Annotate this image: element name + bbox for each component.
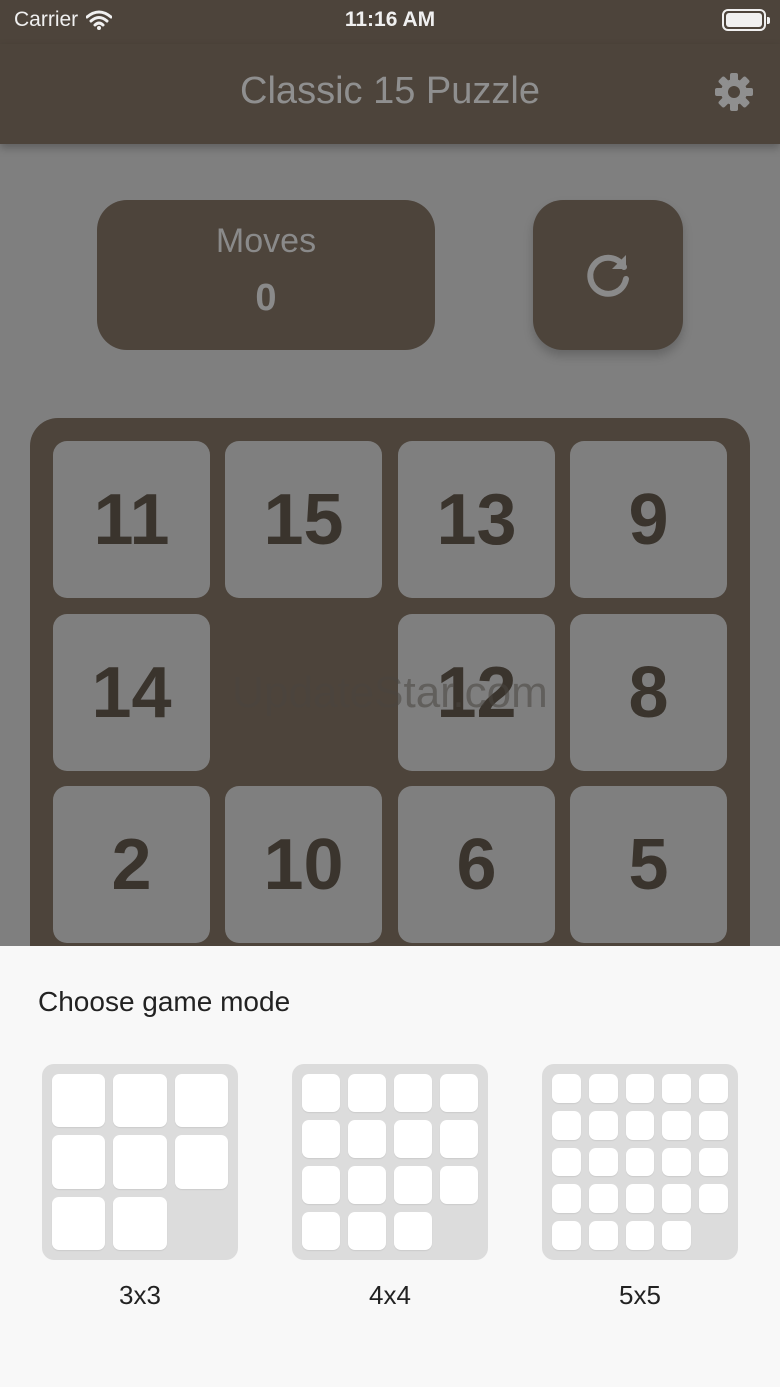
mini-tile: [662, 1110, 692, 1140]
settings-button[interactable]: [714, 72, 754, 112]
status-bar: Carrier 11:16 AM: [0, 0, 780, 44]
puzzle-tile[interactable]: 10: [225, 786, 382, 943]
mini-tile: [625, 1074, 655, 1103]
mini-tile: [552, 1074, 581, 1103]
mode-label: 3x3: [119, 1280, 161, 1310]
mini-tile: [394, 1120, 432, 1158]
watermark: UpdateStar.com: [232, 668, 548, 717]
mode-preview-4x4: [292, 1064, 488, 1260]
mini-tile: [52, 1074, 106, 1128]
mini-tile: [174, 1135, 228, 1189]
status-time: 11:16 AM: [344, 8, 436, 31]
puzzle-tile[interactable]: 11: [53, 441, 210, 598]
mini-tile: [348, 1212, 386, 1250]
page-title: Classic 15 Puzzle: [240, 70, 540, 112]
mini-tile: [302, 1166, 340, 1204]
mini-tile: [625, 1147, 655, 1177]
mini-tile: [348, 1074, 386, 1112]
mini-tile: [348, 1120, 386, 1158]
mini-tile: [699, 1110, 728, 1140]
mini-tile: [440, 1074, 478, 1112]
mini-tile: [348, 1166, 386, 1204]
mini-tile: [588, 1147, 618, 1177]
reset-button[interactable]: [533, 200, 683, 350]
mode-label: 5x5: [619, 1280, 661, 1310]
mini-tile: [662, 1147, 692, 1177]
moves-label: Moves: [215, 222, 317, 260]
mini-tile: [552, 1221, 581, 1250]
puzzle-tile[interactable]: 5: [570, 786, 727, 943]
puzzle-tile[interactable]: 13: [398, 441, 555, 598]
mini-tile: [662, 1074, 692, 1103]
mini-tile: [588, 1074, 618, 1103]
game-mode-sheet: Choose game mode 3x3 4x4 5x5: [0, 946, 780, 1387]
mode-preview-5x5: [542, 1064, 738, 1260]
battery-icon: [722, 9, 770, 31]
refresh-icon: [587, 254, 629, 297]
mini-tile: [394, 1212, 432, 1250]
mini-tile: [588, 1184, 618, 1214]
mini-tile: [625, 1221, 655, 1250]
mini-tile: [394, 1166, 432, 1204]
mini-tile: [662, 1184, 692, 1214]
mode-preview-3x3: [42, 1064, 238, 1260]
mini-tile: [440, 1120, 478, 1158]
puzzle-tile[interactable]: 15: [225, 441, 382, 598]
sheet-title: Choose game mode: [38, 986, 291, 1017]
mini-tile: [113, 1135, 167, 1189]
mode-option-4x4[interactable]: 4x4: [292, 1064, 488, 1312]
mini-tile: [552, 1110, 581, 1140]
mini-tile: [394, 1074, 432, 1112]
mini-tile: [625, 1110, 655, 1140]
mini-tile: [588, 1221, 618, 1250]
mini-tile: [699, 1147, 728, 1177]
mini-tile: [113, 1196, 167, 1250]
gear-icon: [715, 73, 753, 111]
mode-option-5x5[interactable]: 5x5: [542, 1064, 738, 1312]
mini-tile: [302, 1120, 340, 1158]
mini-tile: [699, 1074, 728, 1103]
mini-tile: [302, 1212, 340, 1250]
mode-option-3x3[interactable]: 3x3: [42, 1064, 238, 1312]
mini-tile: [174, 1074, 228, 1128]
mini-tile: [302, 1074, 340, 1112]
mode-label: 4x4: [369, 1280, 411, 1310]
moves-counter: Moves 0: [97, 200, 435, 350]
mini-tile: [440, 1166, 478, 1204]
mini-tile: [552, 1147, 581, 1177]
mini-tile: [699, 1184, 728, 1214]
puzzle-tile[interactable]: 6: [398, 786, 555, 943]
mini-tile: [625, 1184, 655, 1214]
navigation-bar: Classic 15 Puzzle: [0, 44, 780, 144]
mini-tile: [113, 1074, 167, 1128]
puzzle-tile[interactable]: 2: [53, 786, 210, 943]
mini-tile: [52, 1196, 106, 1250]
mini-tile: [552, 1184, 581, 1214]
puzzle-tile[interactable]: 9: [570, 441, 727, 598]
mini-tile: [588, 1110, 618, 1140]
moves-value: 0: [255, 277, 277, 319]
mini-tile: [52, 1135, 106, 1189]
mini-tile: [662, 1221, 692, 1250]
